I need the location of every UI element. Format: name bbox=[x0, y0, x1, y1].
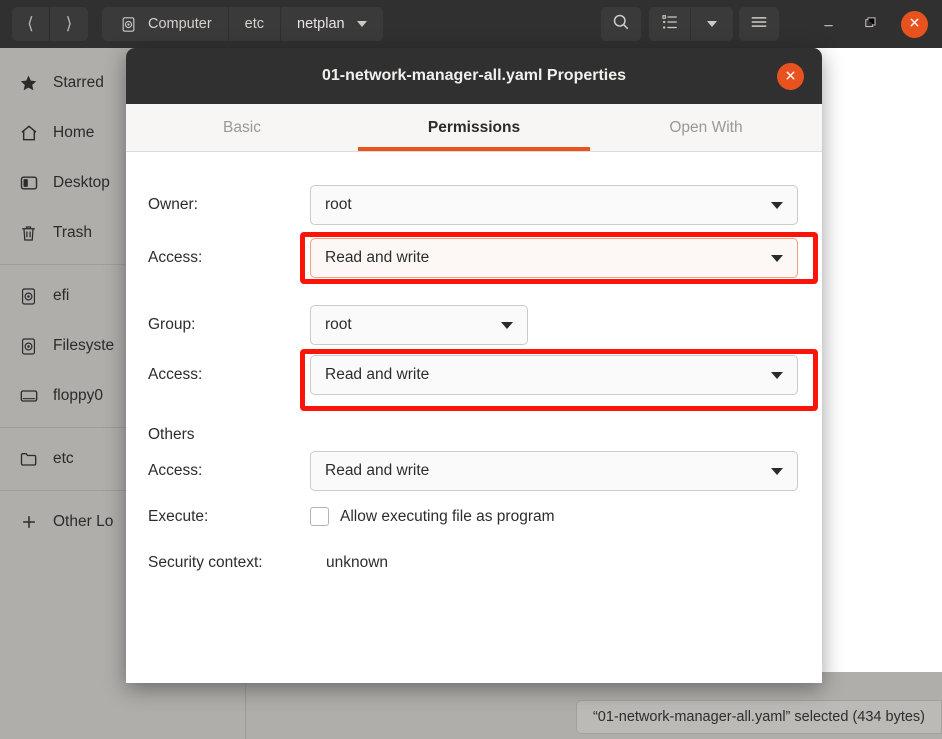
plus-icon bbox=[18, 512, 39, 533]
search-icon bbox=[611, 12, 631, 37]
drive-icon bbox=[18, 286, 39, 307]
chevron-down-icon bbox=[771, 371, 783, 379]
permissions-panel: Owner: root Access: Read and write Group… bbox=[126, 152, 822, 683]
navigation-buttons: ⟨ ⟩ bbox=[12, 7, 88, 41]
others-access-label: Access: bbox=[148, 462, 203, 479]
group-access-select[interactable]: Read and write bbox=[310, 355, 798, 395]
chevron-left-icon: ⟨ bbox=[27, 14, 34, 33]
tab-open-with[interactable]: Open With bbox=[590, 104, 822, 151]
owner-row: Owner: root bbox=[148, 185, 798, 225]
others-access-row: Access: Read and write bbox=[148, 451, 798, 491]
execute-label: Execute: bbox=[148, 507, 209, 525]
restore-icon bbox=[863, 15, 878, 33]
breadcrumb: Computer etc netplan bbox=[102, 7, 383, 41]
owner-label: Owner: bbox=[148, 196, 198, 213]
close-icon bbox=[784, 69, 797, 85]
owner-access-value: Read and write bbox=[325, 249, 430, 266]
dialog-title: 01-network-manager-all.yaml Properties bbox=[321, 67, 627, 84]
dialog-tabs: Basic Permissions Open With bbox=[126, 104, 822, 152]
screen: Starred Home Desktop Trash efi Filesyste… bbox=[0, 0, 942, 739]
drive-icon bbox=[18, 336, 39, 357]
minimize-button[interactable] bbox=[809, 5, 847, 43]
sidebar-item-label: Trash bbox=[53, 224, 93, 241]
tab-label: Permissions bbox=[427, 118, 521, 136]
chevron-down-icon bbox=[707, 21, 717, 27]
drive-icon bbox=[118, 14, 139, 35]
owner-access-select[interactable]: Read and write bbox=[310, 238, 798, 278]
breadcrumb-item-computer[interactable]: Computer bbox=[102, 7, 229, 41]
security-context-value: unknown bbox=[326, 554, 389, 571]
chevron-down-icon bbox=[501, 321, 513, 329]
sidebar-item-label: Desktop bbox=[53, 174, 110, 191]
sidebar-item-label: Other Lo bbox=[53, 513, 114, 530]
hamburger-menu-icon bbox=[749, 12, 769, 37]
chevron-right-icon: ⟩ bbox=[65, 14, 73, 33]
sidebar-item-label: floppy0 bbox=[53, 387, 103, 404]
view-controls bbox=[649, 7, 733, 41]
trash-icon bbox=[18, 223, 39, 244]
maximize-button[interactable] bbox=[851, 5, 889, 43]
others-access-select[interactable]: Read and write bbox=[310, 451, 798, 491]
view-options-button[interactable] bbox=[691, 7, 733, 41]
properties-dialog: 01-network-manager-all.yaml Properties B… bbox=[126, 48, 822, 683]
owner-select[interactable]: root bbox=[310, 185, 798, 225]
chevron-down-icon bbox=[771, 254, 783, 262]
breadcrumb-item-netplan[interactable]: netplan bbox=[281, 7, 383, 41]
execute-checkbox-label: Allow executing file as program bbox=[340, 507, 555, 525]
sidebar-item-label: Home bbox=[53, 124, 95, 141]
sidebar-item-label: Starred bbox=[53, 74, 104, 91]
dialog-titlebar: 01-network-manager-all.yaml Properties bbox=[126, 48, 822, 104]
status-badge: “01-network-manager-all.yaml” selected (… bbox=[575, 700, 942, 734]
breadcrumb-item-etc[interactable]: etc bbox=[228, 7, 282, 41]
search-button[interactable] bbox=[601, 7, 641, 41]
group-access-value: Read and write bbox=[325, 366, 430, 383]
breadcrumb-label: Computer bbox=[148, 16, 212, 32]
main-menu-button[interactable] bbox=[739, 7, 779, 41]
owner-access-label: Access: bbox=[148, 249, 203, 266]
tab-permissions[interactable]: Permissions bbox=[358, 104, 590, 151]
tab-basic[interactable]: Basic bbox=[126, 104, 358, 151]
owner-access-row: Access: Read and write bbox=[148, 238, 798, 278]
chevron-down-icon bbox=[771, 201, 783, 209]
group-value: root bbox=[325, 316, 352, 333]
breadcrumb-label: netplan bbox=[297, 16, 345, 32]
header-bar: ⟨ ⟩ Computer etc netplan bbox=[0, 0, 942, 48]
others-access-value: Read and write bbox=[325, 462, 430, 479]
minimize-icon bbox=[821, 15, 836, 33]
desktop-icon bbox=[18, 173, 39, 194]
back-button[interactable]: ⟨ bbox=[12, 7, 50, 41]
folder-icon bbox=[18, 449, 39, 470]
group-access-label: Access: bbox=[148, 366, 203, 383]
chevron-down-icon bbox=[771, 467, 783, 475]
group-row: Group: root bbox=[148, 305, 528, 345]
owner-value: root bbox=[325, 196, 352, 213]
sidebar-item-label: efi bbox=[53, 287, 70, 304]
list-view-button[interactable] bbox=[649, 7, 691, 41]
tab-label: Basic bbox=[223, 118, 261, 136]
forward-button[interactable]: ⟩ bbox=[50, 7, 88, 41]
dialog-close-button[interactable] bbox=[777, 63, 804, 90]
others-row: Others bbox=[148, 426, 310, 444]
security-context-label: Security context: bbox=[148, 554, 263, 571]
tab-label: Open With bbox=[669, 118, 743, 136]
execute-checkbox[interactable] bbox=[310, 507, 329, 526]
floppy-icon bbox=[18, 386, 39, 407]
sidebar-item-label: Filesyste bbox=[53, 337, 115, 354]
others-label: Others bbox=[148, 426, 195, 443]
chevron-down-icon bbox=[356, 21, 367, 27]
list-view-icon bbox=[660, 12, 680, 37]
group-select[interactable]: root bbox=[310, 305, 528, 345]
home-icon bbox=[18, 123, 39, 144]
execute-row: Execute: Allow executing file as program bbox=[148, 507, 555, 526]
group-access-row: Access: Read and write bbox=[148, 355, 798, 395]
star-icon bbox=[18, 73, 39, 94]
execute-checkbox-wrap[interactable]: Allow executing file as program bbox=[310, 507, 555, 526]
sidebar-item-label: etc bbox=[53, 450, 74, 467]
breadcrumb-label: etc bbox=[244, 16, 265, 32]
group-label: Group: bbox=[148, 316, 196, 333]
security-context-row: Security context: unknown bbox=[148, 554, 388, 572]
close-icon bbox=[908, 16, 921, 32]
window-close-button[interactable] bbox=[901, 10, 928, 38]
